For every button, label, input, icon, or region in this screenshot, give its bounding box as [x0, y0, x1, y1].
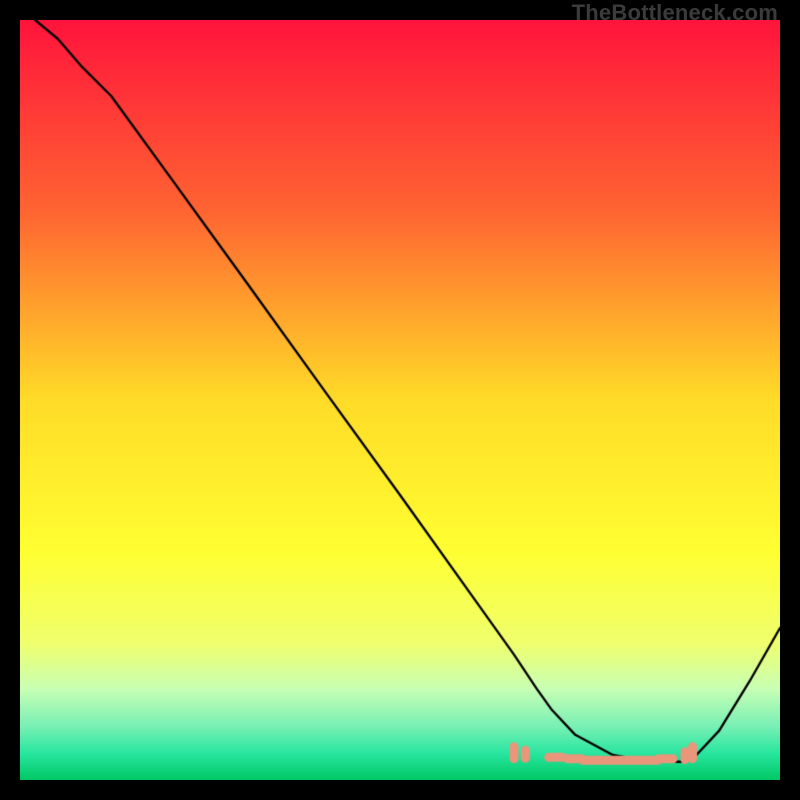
watermark-text: TheBottleneck.com — [572, 0, 778, 26]
chart-frame — [20, 20, 780, 780]
bottleneck-curve-chart — [20, 20, 780, 780]
